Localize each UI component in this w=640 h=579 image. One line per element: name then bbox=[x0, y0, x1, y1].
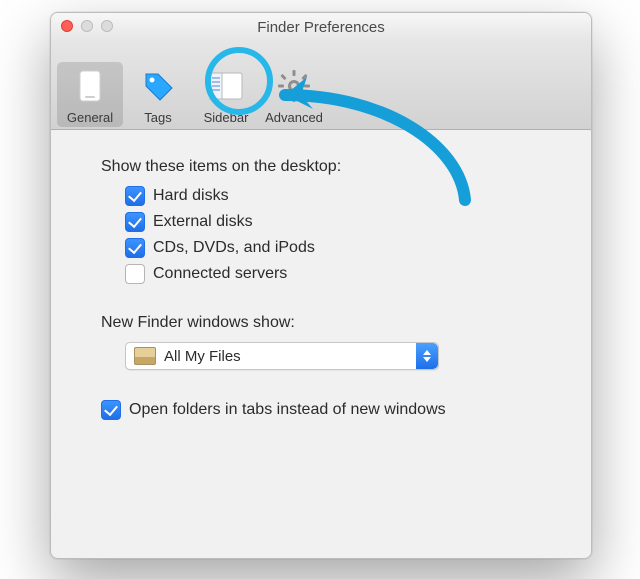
checkbox-hard-disks[interactable] bbox=[125, 186, 145, 206]
window-controls bbox=[61, 20, 113, 32]
new-windows-row: All My Files bbox=[125, 342, 557, 370]
zoom-button[interactable] bbox=[101, 20, 113, 32]
tab-sidebar-label: Sidebar bbox=[204, 110, 249, 125]
checkbox-external-disks[interactable] bbox=[125, 212, 145, 232]
new-windows-value: All My Files bbox=[164, 348, 241, 365]
toolbar: General Tags S bbox=[51, 41, 591, 130]
sidebar-icon bbox=[206, 66, 246, 106]
tab-general-label: General bbox=[67, 110, 113, 125]
tab-tags-label: Tags bbox=[144, 110, 171, 125]
tab-general[interactable]: General bbox=[57, 62, 123, 127]
tab-advanced[interactable]: Advanced bbox=[261, 62, 327, 127]
advanced-icon bbox=[274, 66, 314, 106]
window-title: Finder Preferences bbox=[257, 19, 385, 36]
checkbox-cds-dvds-ipods[interactable] bbox=[125, 238, 145, 258]
general-icon bbox=[70, 66, 110, 106]
new-windows-label: New Finder windows show: bbox=[101, 314, 557, 332]
popup-arrows-icon bbox=[416, 343, 438, 369]
checkbox-cds-dvds-ipods-row: CDs, DVDs, and iPods bbox=[125, 238, 557, 258]
tab-tags[interactable]: Tags bbox=[125, 62, 191, 127]
tags-icon bbox=[138, 66, 178, 106]
tab-advanced-label: Advanced bbox=[265, 110, 323, 125]
checkbox-connected-servers-label: Connected servers bbox=[153, 265, 287, 283]
open-in-tabs-row: Open folders in tabs instead of new wind… bbox=[101, 400, 557, 420]
minimize-button[interactable] bbox=[81, 20, 93, 32]
all-my-files-icon bbox=[134, 347, 156, 365]
checkbox-cds-dvds-ipods-label: CDs, DVDs, and iPods bbox=[153, 239, 315, 257]
checkbox-hard-disks-row: Hard disks bbox=[125, 186, 557, 206]
preferences-window: Finder Preferences General Tags bbox=[50, 12, 592, 559]
content-pane: Show these items on the desktop: Hard di… bbox=[51, 130, 591, 559]
tab-sidebar[interactable]: Sidebar bbox=[193, 62, 259, 127]
titlebar: Finder Preferences bbox=[51, 13, 591, 41]
checkbox-external-disks-label: External disks bbox=[153, 213, 253, 231]
checkbox-external-disks-row: External disks bbox=[125, 212, 557, 232]
close-button[interactable] bbox=[61, 20, 73, 32]
checkbox-open-in-tabs-label: Open folders in tabs instead of new wind… bbox=[129, 401, 446, 419]
desktop-items-label: Show these items on the desktop: bbox=[101, 158, 557, 176]
checkbox-connected-servers[interactable] bbox=[125, 264, 145, 284]
checkbox-open-in-tabs[interactable] bbox=[101, 400, 121, 420]
checkbox-connected-servers-row: Connected servers bbox=[125, 264, 557, 284]
new-windows-popup[interactable]: All My Files bbox=[125, 342, 439, 370]
checkbox-hard-disks-label: Hard disks bbox=[153, 187, 229, 205]
desktop-items-list: Hard disks External disks CDs, DVDs, and… bbox=[125, 186, 557, 284]
